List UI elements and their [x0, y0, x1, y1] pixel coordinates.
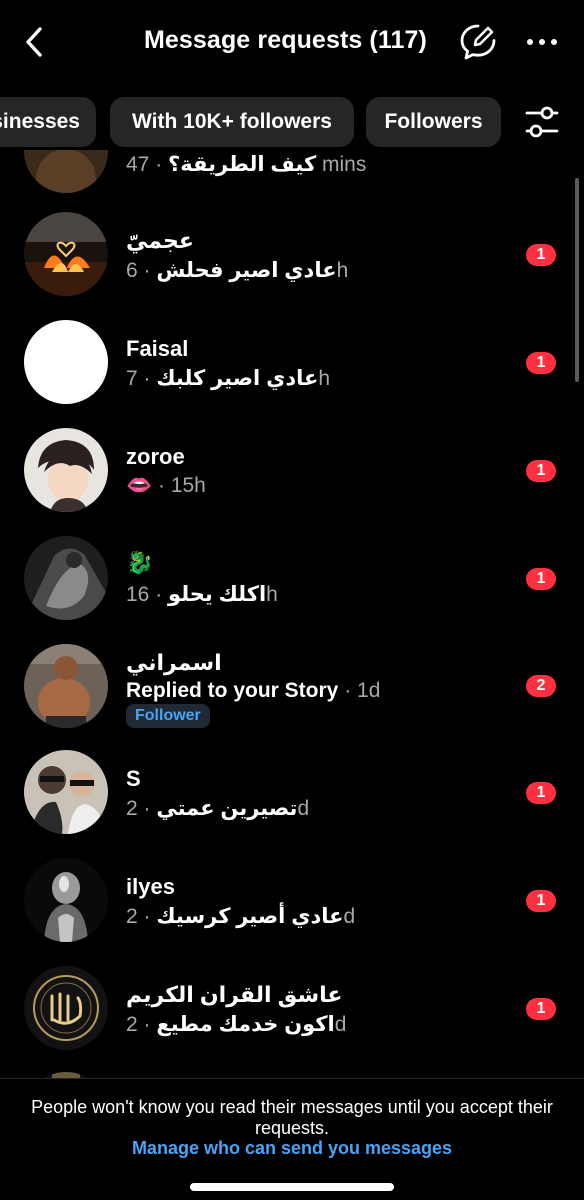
follower-tag: Follower: [126, 704, 210, 728]
message-preview: عادي أصير كرسيك · 2d: [126, 905, 356, 928]
unread-badge: 1: [526, 460, 556, 482]
chevron-left-icon: [26, 27, 42, 57]
header: Message requests (117): [0, 0, 584, 84]
sender-name: S: [126, 766, 141, 791]
filter-bar: sinesses With 10K+ followers Followers: [0, 97, 584, 147]
unread-badge: 1: [526, 998, 556, 1020]
message-preview: كيف الطريقة؟ · 47 mins: [126, 153, 367, 176]
avatar: [24, 212, 108, 296]
unread-badge: 1: [526, 244, 556, 266]
list-item[interactable]: S تصيرين عمتي · 2d 1: [0, 750, 584, 858]
unread-badge: 1: [526, 782, 556, 804]
read-receipt-notice: People won't know you read their message…: [31, 1097, 553, 1138]
message-preview: عادي اصير كلبك · 7h: [126, 367, 331, 390]
unread-badge: 2: [526, 675, 556, 697]
sender-name: 🐉: [126, 550, 154, 575]
more-dots-icon: [527, 39, 557, 45]
sender-name: عاشق القران الكريم: [126, 982, 343, 1007]
sliders-icon: [525, 106, 559, 138]
avatar: [24, 320, 108, 404]
sender-name: zoroe: [126, 444, 185, 469]
manage-requests-link[interactable]: Manage who can send you messages: [0, 1138, 584, 1159]
message-edit-icon: [460, 24, 496, 60]
list-item[interactable]: zoroe 👄 · 15h 1: [0, 428, 584, 536]
page-title: Message requests (117): [144, 26, 427, 54]
filter-settings-button[interactable]: [522, 103, 562, 141]
message-preview: تصيرين عمتي · 2d: [126, 797, 310, 820]
message-requests-screen: Message requests (117) sinesses With 10K…: [0, 0, 584, 1200]
filter-chip-10k-followers[interactable]: With 10K+ followers: [110, 97, 354, 147]
message-preview: اكون خدمك مطيع · 2d: [126, 1013, 347, 1036]
sender-name: Faisal: [126, 336, 189, 361]
avatar: [24, 150, 108, 193]
avatar: [24, 428, 108, 512]
avatar: [24, 966, 108, 1050]
unread-badge: 1: [526, 890, 556, 912]
message-preview: اكلك يحلو · 16h: [126, 583, 278, 606]
footer: People won't know you read their message…: [0, 1078, 584, 1200]
sender-name: اسمراني: [126, 650, 222, 675]
message-preview: 👄 · 15h: [126, 474, 206, 497]
list-item[interactable]: اسمراني Replied to your Story · 1d Follo…: [0, 644, 584, 752]
sender-name: عجميّ: [126, 228, 194, 253]
more-options-button[interactable]: [522, 28, 562, 56]
list-item[interactable]: عجميّ عادي اصير فحلش · 6h 1: [0, 212, 584, 320]
message-preview: Replied to your Story · 1d: [126, 679, 381, 702]
list-item[interactable]: عاشق القران الكريم اكون خدمك مطيع · 2d 1: [0, 966, 584, 1074]
scrollbar[interactable]: [575, 178, 579, 382]
request-list: كيف الطريقة؟ · 47 mins عجميّ عادي اصير ف…: [0, 150, 584, 1078]
compose-button[interactable]: [458, 22, 498, 62]
unread-badge: 1: [526, 568, 556, 590]
list-item[interactable]: Faisal عادي اصير كلبك · 7h 1: [0, 320, 584, 428]
unread-badge: 1: [526, 352, 556, 374]
filter-chip-followers[interactable]: Followers: [366, 97, 501, 147]
sender-name: ilyes: [126, 874, 175, 899]
list-item[interactable]: ilyes عادي أصير كرسيك · 2d 1: [0, 858, 584, 966]
back-button[interactable]: [18, 24, 50, 60]
message-preview: عادي اصير فحلش · 6h: [126, 259, 349, 282]
list-item[interactable]: كيف الطريقة؟ · 47 mins: [0, 150, 584, 213]
home-indicator[interactable]: [190, 1183, 394, 1191]
list-item[interactable]: 🐉 اكلك يحلو · 16h 1: [0, 536, 584, 644]
avatar: [24, 644, 108, 728]
avatar: [24, 536, 108, 620]
avatar: [24, 750, 108, 834]
avatar: [24, 858, 108, 942]
filter-chip-businesses[interactable]: sinesses: [0, 97, 96, 147]
